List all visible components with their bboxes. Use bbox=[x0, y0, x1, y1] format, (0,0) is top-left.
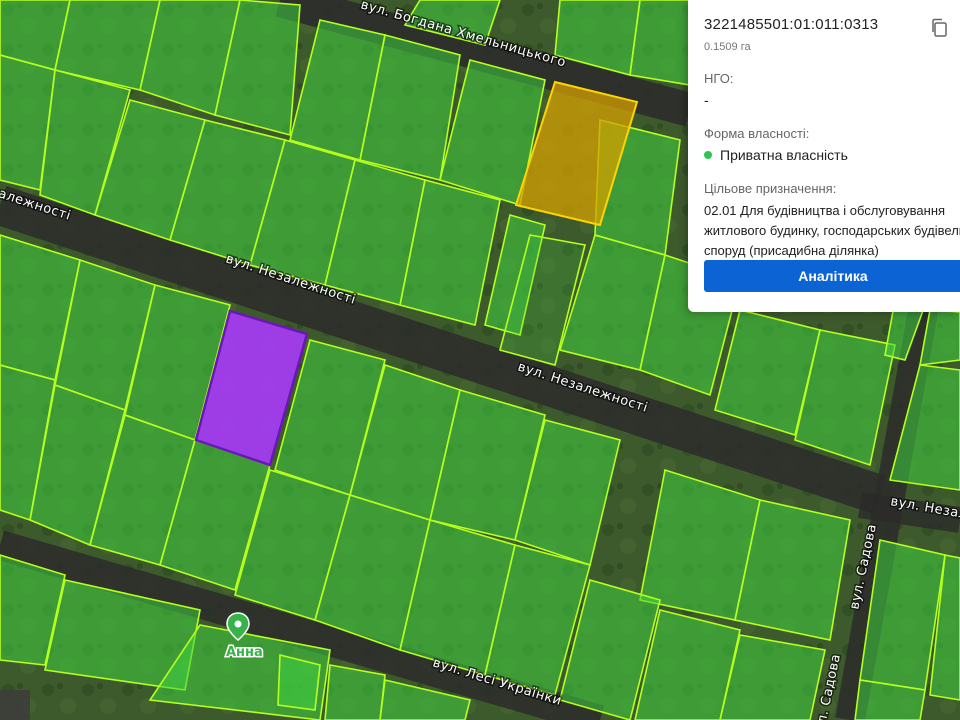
ngo-value: - bbox=[704, 92, 709, 108]
ownership-label: Форма власності: bbox=[704, 126, 810, 141]
map-control-button[interactable] bbox=[0, 690, 30, 720]
ownership-value: Приватна власність bbox=[720, 147, 848, 163]
parcel[interactable] bbox=[629, 0, 691, 86]
ngo-label: НГО: bbox=[704, 71, 734, 86]
poi-label: Анна bbox=[226, 645, 263, 660]
purpose-value: 02.01 Для будівництва і обслуговування ж… bbox=[704, 203, 960, 258]
purpose-label: Цільове призначення: bbox=[704, 181, 837, 196]
copy-icon[interactable] bbox=[930, 18, 948, 38]
parcel[interactable] bbox=[277, 653, 321, 711]
parcel-info-card: 3221485501:01:011:0313 0.1509 га НГО: - … bbox=[688, 0, 960, 312]
analytics-button[interactable]: Аналітика bbox=[704, 260, 960, 292]
parcel[interactable] bbox=[324, 664, 386, 720]
ownership-row: Приватна власність bbox=[704, 147, 960, 163]
cadastral-number[interactable]: 3221485501:01:011:0313 bbox=[704, 16, 878, 33]
parcel-area: 0.1509 га bbox=[704, 41, 751, 53]
ownership-status-dot bbox=[704, 151, 712, 159]
